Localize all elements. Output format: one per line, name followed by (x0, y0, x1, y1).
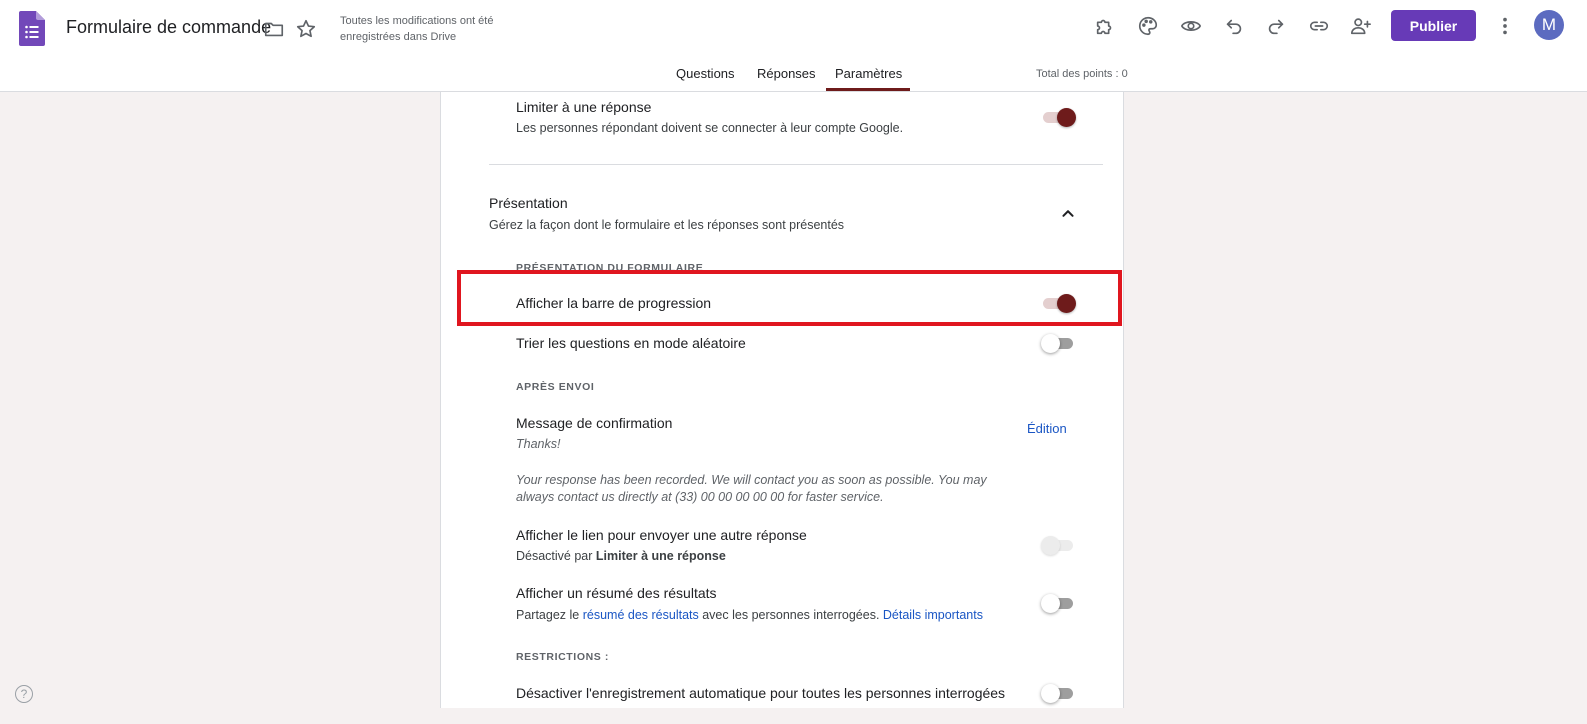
addons-puzzle-icon[interactable] (1093, 14, 1117, 38)
link-icon[interactable] (1307, 14, 1331, 38)
limit-response-toggle[interactable] (1041, 107, 1077, 127)
folder-icon[interactable] (262, 17, 286, 41)
results-summary-link[interactable]: résumé des résultats (583, 608, 699, 622)
another-response-description: Désactivé par Limiter à une réponse (516, 549, 726, 563)
active-tab-indicator (826, 88, 910, 91)
avatar[interactable]: M (1534, 10, 1564, 40)
confirmation-message-line: always contact us directly at (33) 00 00… (516, 490, 884, 504)
star-icon[interactable] (294, 17, 318, 41)
document-title[interactable]: Formulaire de commande (66, 17, 271, 38)
presentation-section-description: Gérez la façon dont le formulaire et les… (489, 218, 845, 232)
another-response-desc-bold: Limiter à une réponse (595, 549, 726, 563)
disable-autosave-label: Désactiver l'enregistrement automatique … (516, 685, 1006, 701)
important-details-link[interactable]: Détails importants (883, 608, 983, 622)
results-summary-description: Partagez le résumé des résultats avec le… (516, 608, 983, 622)
confirmation-message-line: Thanks! (516, 437, 561, 451)
shuffle-questions-toggle[interactable] (1041, 333, 1077, 353)
another-response-toggle (1041, 535, 1077, 555)
edit-confirmation-button[interactable]: Édition (1027, 421, 1067, 436)
forms-logo-icon[interactable] (19, 11, 45, 46)
confirmation-message-line: Your response has been recorded. We will… (516, 473, 987, 487)
presentation-section-title[interactable]: Présentation (489, 195, 568, 211)
limit-response-label: Limiter à une réponse (516, 99, 652, 115)
publish-button[interactable]: Publier (1391, 10, 1476, 41)
help-icon[interactable]: ? (15, 685, 33, 703)
palette-icon[interactable] (1136, 14, 1160, 38)
save-status: Toutes les modifications ont été enregis… (340, 15, 494, 43)
redo-icon[interactable] (1264, 14, 1288, 38)
confirmation-message-label: Message de confirmation (516, 415, 673, 431)
shuffle-questions-label: Trier les questions en mode aléatoire (516, 335, 746, 351)
app-header: Formulaire de commande Toutes les modifi… (0, 0, 1587, 92)
section-divider (489, 164, 1103, 165)
results-summary-label: Afficher un résumé des résultats (516, 585, 717, 601)
highlight-box (457, 270, 1122, 326)
results-summary-toggle[interactable] (1041, 593, 1077, 613)
undo-icon[interactable] (1222, 14, 1246, 38)
summary-desc-prefix: Partagez le (516, 608, 580, 622)
preview-eye-icon[interactable] (1179, 14, 1203, 38)
after-submit-overline: APRÈS ENVOI (516, 381, 595, 393)
restrictions-overline: RESTRICTIONS : (516, 651, 609, 663)
limit-response-description: Les personnes répondant doivent se conne… (516, 121, 904, 135)
disable-autosave-toggle[interactable] (1041, 683, 1077, 703)
another-response-label: Afficher le lien pour envoyer une autre … (516, 527, 807, 543)
add-collaborator-icon[interactable] (1349, 14, 1373, 38)
tab-questions[interactable]: Questions (676, 66, 735, 92)
tab-responses[interactable]: Réponses (757, 66, 816, 92)
total-points: Total des points : 0 (1036, 68, 1128, 80)
summary-desc-middle: avec les personnes interrogées. (702, 608, 880, 622)
more-vert-icon[interactable] (1493, 14, 1517, 38)
another-response-desc-prefix: Désactivé par (516, 549, 593, 563)
settings-card: Limiter à une réponse Les personnes répo… (440, 92, 1124, 708)
chevron-up-icon[interactable] (1056, 202, 1080, 226)
